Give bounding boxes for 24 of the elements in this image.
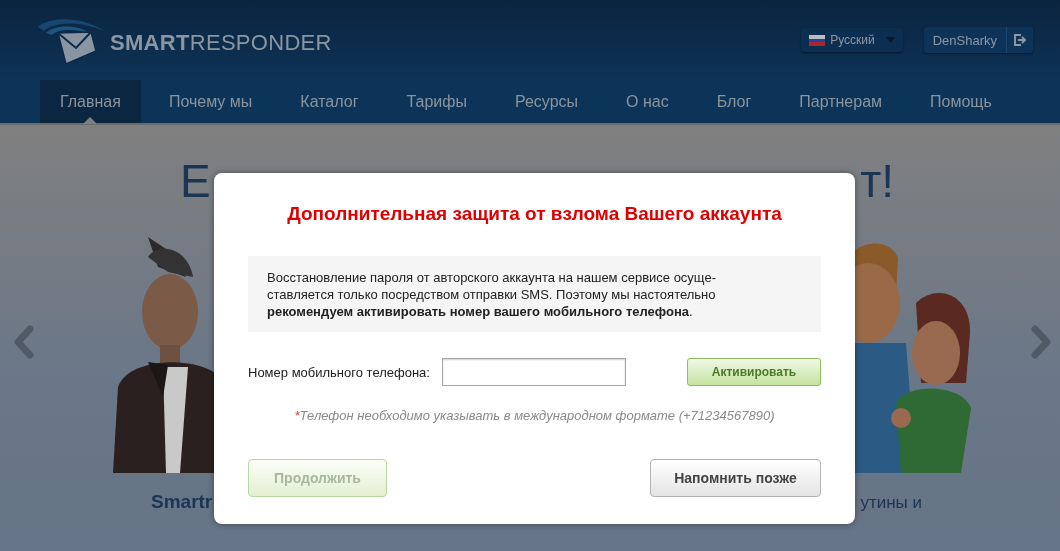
hero-caption: Smartr — [151, 491, 213, 513]
hero-caption: утины и — [860, 492, 922, 513]
logo-text: SMARTRESPONDER — [110, 29, 332, 56]
dialog-title: Дополнительная защита от взлома Вашего аккаунта — [286, 202, 783, 226]
activate-button[interactable]: Активировать — [687, 358, 821, 386]
phone-input-field[interactable] — [441, 358, 626, 386]
phone-label: Номер мобильного телефона: — [248, 364, 430, 380]
nav-tab[interactable]: Тарифы — [386, 80, 487, 123]
nav-tab[interactable]: О нас — [606, 80, 689, 123]
nav-tab[interactable]: Каталог — [280, 80, 379, 123]
nav-tab[interactable]: Ресурсы — [494, 80, 599, 123]
nav-tab[interactable]: Почему мы — [148, 80, 273, 123]
nav-tab[interactable]: Блог — [696, 80, 772, 123]
hero-heading: т! — [860, 154, 894, 209]
caret-icon — [885, 37, 895, 43]
nav-tab[interactable]: Помощь — [910, 80, 1012, 123]
nav-tab[interactable]: Партнерам — [779, 80, 903, 123]
flag-icon — [809, 34, 826, 46]
notice-text: Восстановление пароля от авторского аккаунта на нашем сервисе осуще- ставляется только посредством отправки SMS. Поэтому мы настоятельно рекомендуем активировать номер вашего мобильного телефона. — [248, 256, 821, 332]
hero-heading: E — [180, 154, 211, 209]
remind-later-button[interactable]: Напомнить позже — [650, 459, 821, 497]
language-dropdown[interactable]: Русский — [801, 28, 903, 52]
nav-tab[interactable]: Главная — [40, 80, 141, 123]
hint-text: *Телефон необходимо указывать в международном формате (+71234567890) — [293, 408, 776, 423]
